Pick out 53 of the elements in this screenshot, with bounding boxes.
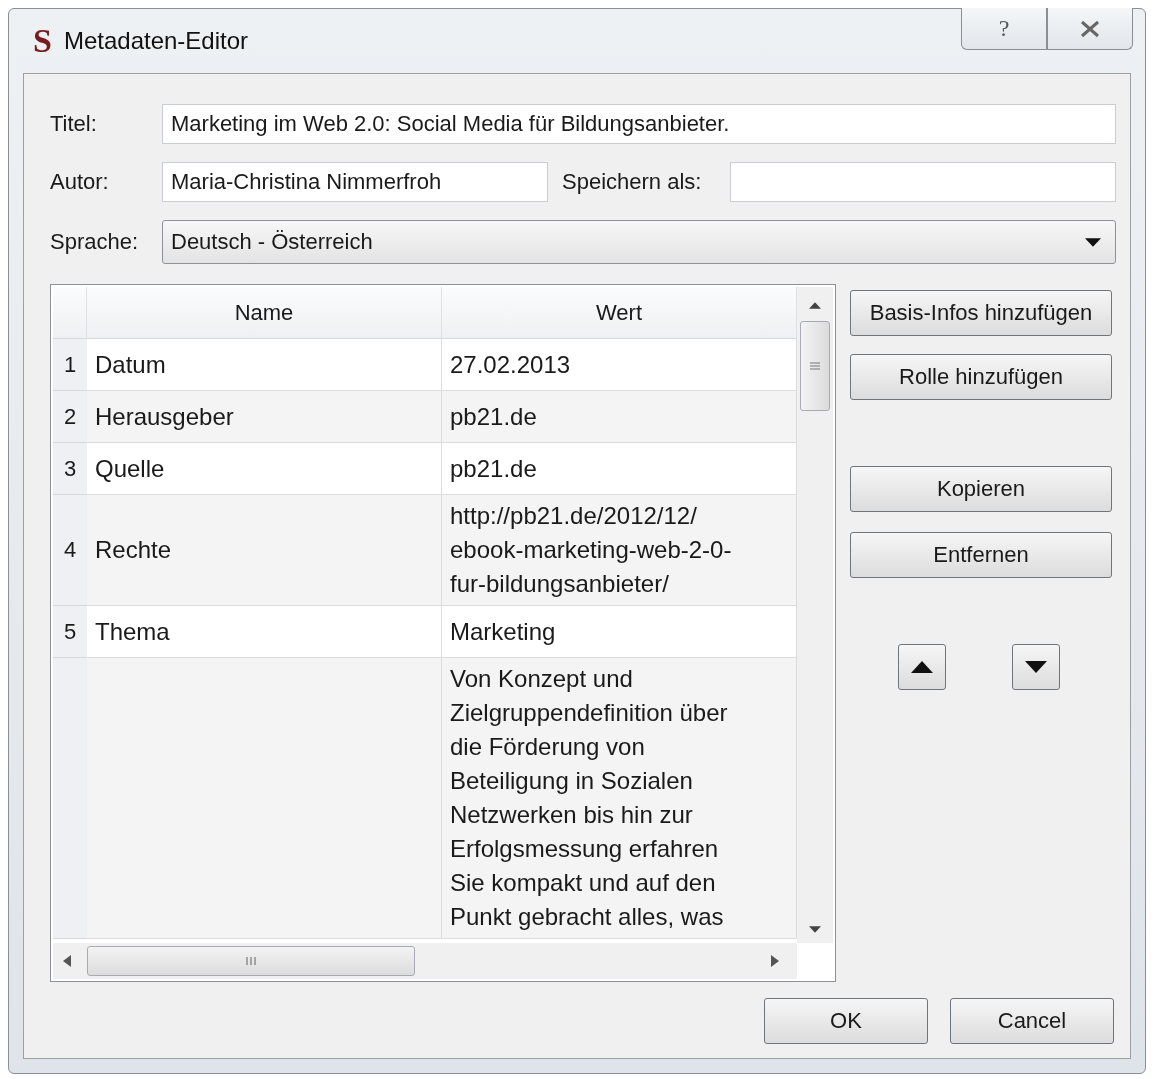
grip-icon (244, 955, 258, 967)
side-button[interactable]: Rolle hinzufügen (850, 354, 1112, 400)
save-as-field[interactable] (730, 162, 1116, 202)
dialog-button[interactable]: OK (764, 998, 928, 1044)
field-label: Titel: (50, 111, 98, 137)
row-number: 2 (53, 391, 87, 443)
corner-header (53, 287, 87, 339)
field-label: Speichern als: (562, 169, 703, 195)
author-field[interactable]: Maria-Christina Nimmerfroh (162, 162, 548, 202)
table-cell: Von Konzept und Zielgruppendefinition über die Förderung von Beteiligung in Sozialen Netzwerken bis hin zur Erfolgsmessung erfahren Sie kompakt und auf den Punkt gebracht alles, was (442, 658, 797, 939)
up-triangle-icon (911, 661, 933, 673)
row-number: 5 (53, 606, 87, 658)
scroll-thumb[interactable] (87, 946, 415, 976)
scroll-thumb[interactable] (800, 321, 830, 411)
move-up-button[interactable] (898, 644, 946, 690)
table-cell: Quelle (87, 443, 442, 495)
row-number: 3 (53, 443, 87, 495)
title-field[interactable]: Marketing im Web 2.0: Social Media für Bildungsanbieter. (162, 104, 1116, 144)
scroll-right-icon[interactable] (771, 955, 779, 967)
row-number: 1 (53, 339, 87, 391)
table-cell: pb21.de (442, 391, 797, 443)
scroll-left-icon[interactable] (63, 955, 71, 967)
language-dropdown[interactable]: Deutsch - Österreich (162, 220, 1116, 264)
table-cell: Marketing (442, 606, 797, 658)
horizontal-scrollbar[interactable] (53, 943, 797, 979)
field-label: Sprache: (50, 229, 140, 255)
close-icon (1080, 19, 1100, 38)
close-button[interactable] (1047, 8, 1133, 50)
vertical-scrollbar[interactable] (797, 287, 833, 943)
window-title: Metadaten-Editor (63, 27, 249, 55)
help-button[interactable]: ? (961, 8, 1047, 50)
grip-icon (809, 360, 821, 372)
side-button[interactable]: Basis-Infos hinzufügen (850, 290, 1112, 336)
column-header[interactable]: Name (87, 287, 442, 339)
field-label: Autor: (50, 169, 110, 195)
scroll-down-icon (809, 926, 821, 933)
side-button[interactable]: Kopieren (850, 466, 1112, 512)
table-cell: Rechte (87, 495, 442, 606)
table-cell: 27.02.2013 (442, 339, 797, 391)
dialog-button[interactable]: Cancel (950, 998, 1114, 1044)
row-number: 4 (53, 495, 87, 606)
move-down-button[interactable] (1012, 644, 1060, 690)
app-logo: S (33, 22, 52, 60)
dropdown-arrow-icon (1085, 237, 1101, 247)
table-cell: Thema (87, 606, 442, 658)
table-cell: http://pb21.de/2012/12/ ebook-marketing-web-2-0- fur-bildungsanbieter/ (442, 495, 797, 606)
down-triangle-icon (1025, 661, 1047, 673)
table-cell: pb21.de (442, 443, 797, 495)
column-header[interactable]: Wert (442, 287, 797, 339)
table-cell: Herausgeber (87, 391, 442, 443)
scroll-up-icon (809, 302, 821, 309)
table-cell: Datum (87, 339, 442, 391)
side-button[interactable]: Entfernen (850, 532, 1112, 578)
